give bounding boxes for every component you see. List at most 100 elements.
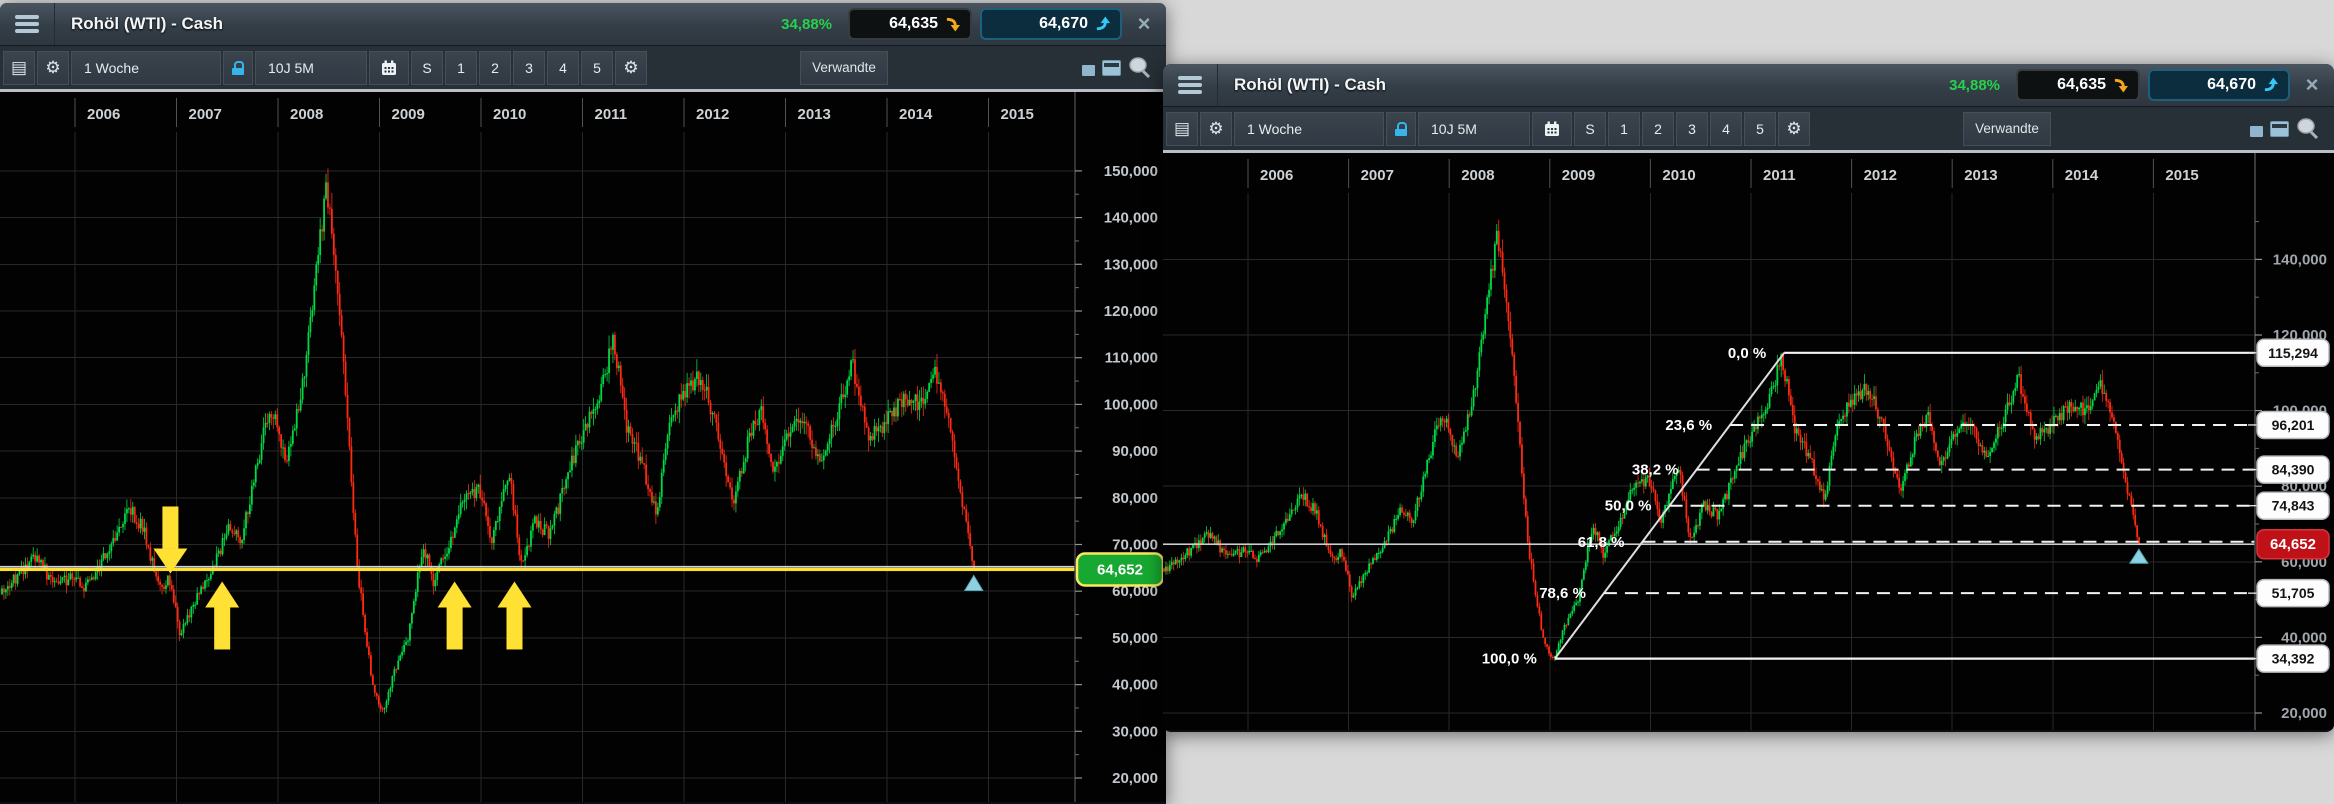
window-title: Rohöl (WTI) - Cash bbox=[1234, 75, 1387, 94]
layout-5-button[interactable]: 5 bbox=[581, 50, 613, 85]
titlebar-right: Rohöl (WTI) - Cash 34,88% 64,635 64,670 … bbox=[1163, 64, 2334, 107]
layout-4-button[interactable]: 4 bbox=[1710, 111, 1742, 146]
current-price-line bbox=[1163, 543, 2255, 546]
titlebar-left: Rohöl (WTI) - Cash 34,88% 64,635 64,670 … bbox=[0, 3, 1166, 46]
svg-text:115,294: 115,294 bbox=[2268, 345, 2318, 361]
buy-price: 64,670 bbox=[1039, 15, 1088, 32]
svg-text:34,392: 34,392 bbox=[2272, 651, 2315, 667]
svg-text:2011: 2011 bbox=[595, 106, 628, 123]
svg-text:51,705: 51,705 bbox=[2272, 585, 2315, 601]
lock-icon bbox=[1395, 121, 1407, 136]
svg-text:110,000: 110,000 bbox=[1105, 350, 1158, 367]
svg-text:2013: 2013 bbox=[798, 106, 831, 123]
layout-settings-button[interactable]: ⚙ bbox=[615, 50, 647, 85]
svg-text:96,201: 96,201 bbox=[2272, 417, 2315, 433]
price-chart-left[interactable]: 2006 2007 2008 2009 2010 2011 2012 2013 2014 2015… bbox=[0, 92, 1166, 802]
desktop: Rohöl (WTI) - Cash 34,88% 64,635 64,670 … bbox=[0, 0, 2334, 804]
svg-text:20,000: 20,000 bbox=[2281, 705, 2327, 722]
menu-button[interactable] bbox=[1163, 64, 1218, 106]
calendar-icon bbox=[382, 60, 396, 75]
chart-window-right: Rohöl (WTI) - Cash 34,88% 64,635 64,670 … bbox=[1163, 64, 2334, 732]
current-price-line bbox=[0, 565, 1075, 568]
layout-3-button[interactable]: 3 bbox=[513, 50, 545, 85]
svg-text:90,000: 90,000 bbox=[1112, 443, 1158, 460]
svg-text:2015: 2015 bbox=[2165, 167, 2198, 184]
menu-button[interactable] bbox=[0, 3, 55, 45]
window-icon[interactable] bbox=[2270, 120, 2289, 137]
range-button[interactable]: 10J 5M bbox=[255, 50, 367, 85]
calendar-icon bbox=[1545, 121, 1559, 136]
svg-text:30,000: 30,000 bbox=[1112, 723, 1158, 740]
svg-text:2008: 2008 bbox=[1461, 167, 1494, 184]
layout-5-button[interactable]: 5 bbox=[1744, 111, 1776, 146]
current-price-tag: 64,652 bbox=[2256, 528, 2330, 560]
svg-text:2010: 2010 bbox=[1662, 167, 1695, 184]
current-price-tag: 64,652 bbox=[1075, 552, 1165, 587]
period-button[interactable]: 1 Woche bbox=[1234, 111, 1384, 146]
chart-settings-button[interactable]: ⚙ bbox=[37, 50, 69, 85]
range-button[interactable]: 10J 5M bbox=[1418, 111, 1530, 146]
svg-text:40,000: 40,000 bbox=[2281, 629, 2327, 646]
layout-settings-button[interactable]: ⚙ bbox=[1778, 111, 1810, 146]
svg-text:40,000: 40,000 bbox=[1112, 677, 1158, 694]
sell-button[interactable]: 64,635 bbox=[848, 8, 972, 40]
svg-text:140,000: 140,000 bbox=[1104, 210, 1158, 227]
svg-text:2010: 2010 bbox=[493, 106, 526, 123]
buy-button[interactable]: 64,670 bbox=[2148, 69, 2290, 101]
svg-text:50,0 %: 50,0 % bbox=[1605, 498, 1652, 515]
svg-text:0,0 %: 0,0 % bbox=[1728, 345, 1766, 362]
minimize-icon[interactable] bbox=[1082, 65, 1095, 76]
curved-up-arrow-icon bbox=[1096, 16, 1110, 31]
sell-price: 64,635 bbox=[2057, 76, 2106, 93]
layout-s-button[interactable]: S bbox=[1574, 111, 1606, 146]
layout-1-button[interactable]: 1 bbox=[445, 50, 477, 85]
svg-text:2015: 2015 bbox=[1001, 106, 1034, 123]
layout-s-button[interactable]: S bbox=[411, 50, 443, 85]
lock-button[interactable] bbox=[1386, 111, 1416, 146]
window-icon[interactable] bbox=[1102, 59, 1121, 76]
toolbar-left: ▤ ⚙ 1 Woche 10J 5M S 1 2 3 4 5 ⚙ Verwand… bbox=[0, 46, 1166, 92]
svg-text:78,6 %: 78,6 % bbox=[1539, 585, 1586, 602]
svg-text:64,652: 64,652 bbox=[2270, 536, 2316, 553]
layout-2-button[interactable]: 2 bbox=[479, 50, 511, 85]
sell-button[interactable]: 64,635 bbox=[2016, 69, 2140, 101]
drawn-horizontal-line bbox=[0, 567, 1075, 572]
buy-button[interactable]: 64,670 bbox=[980, 8, 1122, 40]
svg-text:74,843: 74,843 bbox=[2272, 498, 2315, 514]
svg-text:100,000: 100,000 bbox=[1104, 396, 1158, 413]
lock-button[interactable] bbox=[223, 50, 253, 85]
lock-icon bbox=[232, 60, 244, 75]
layout-1-button[interactable]: 1 bbox=[1608, 111, 1640, 146]
svg-text:80,000: 80,000 bbox=[1112, 490, 1158, 507]
svg-text:2014: 2014 bbox=[899, 106, 933, 123]
related-button[interactable]: Verwandte bbox=[1963, 111, 2051, 146]
curved-down-arrow-icon bbox=[946, 17, 960, 32]
hamburger-icon bbox=[1178, 76, 1202, 80]
svg-text:2007: 2007 bbox=[1361, 167, 1394, 184]
close-button[interactable]: × bbox=[1122, 11, 1166, 37]
close-button[interactable]: × bbox=[2290, 72, 2334, 98]
magnifier-icon[interactable] bbox=[1128, 56, 1152, 80]
layout-4-button[interactable]: 4 bbox=[547, 50, 579, 85]
toolbar-right: ▤ ⚙ 1 Woche 10J 5M S 1 2 3 4 5 ⚙ Verwand… bbox=[1163, 107, 2334, 153]
related-button[interactable]: Verwandte bbox=[800, 50, 888, 85]
indicators-button[interactable]: ▤ bbox=[1166, 111, 1198, 146]
toolbar-right-icons bbox=[1082, 56, 1158, 80]
svg-text:2014: 2014 bbox=[2065, 167, 2099, 184]
svg-text:61,8 %: 61,8 % bbox=[1578, 534, 1625, 551]
calendar-button[interactable] bbox=[1532, 111, 1572, 146]
chart-settings-button[interactable]: ⚙ bbox=[1200, 111, 1232, 146]
chart-window-left: Rohöl (WTI) - Cash 34,88% 64,635 64,670 … bbox=[0, 3, 1166, 804]
layout-3-button[interactable]: 3 bbox=[1676, 111, 1708, 146]
svg-text:64,652: 64,652 bbox=[1097, 561, 1143, 578]
period-button[interactable]: 1 Woche bbox=[71, 50, 221, 85]
minimize-icon[interactable] bbox=[2250, 126, 2263, 137]
price-chart-right[interactable]: 2006 2007 2008 2009 2010 2011 2012 2013 2014 2015… bbox=[1163, 153, 2334, 730]
indicators-button[interactable]: ▤ bbox=[3, 50, 35, 85]
layout-2-button[interactable]: 2 bbox=[1642, 111, 1674, 146]
magnifier-icon[interactable] bbox=[2296, 117, 2320, 141]
price-axis: 140,000120,000100,00080,00060,00040,0002… bbox=[2254, 153, 2334, 730]
svg-text:2006: 2006 bbox=[87, 106, 120, 123]
calendar-button[interactable] bbox=[369, 50, 409, 85]
svg-text:120,000: 120,000 bbox=[1104, 303, 1158, 320]
